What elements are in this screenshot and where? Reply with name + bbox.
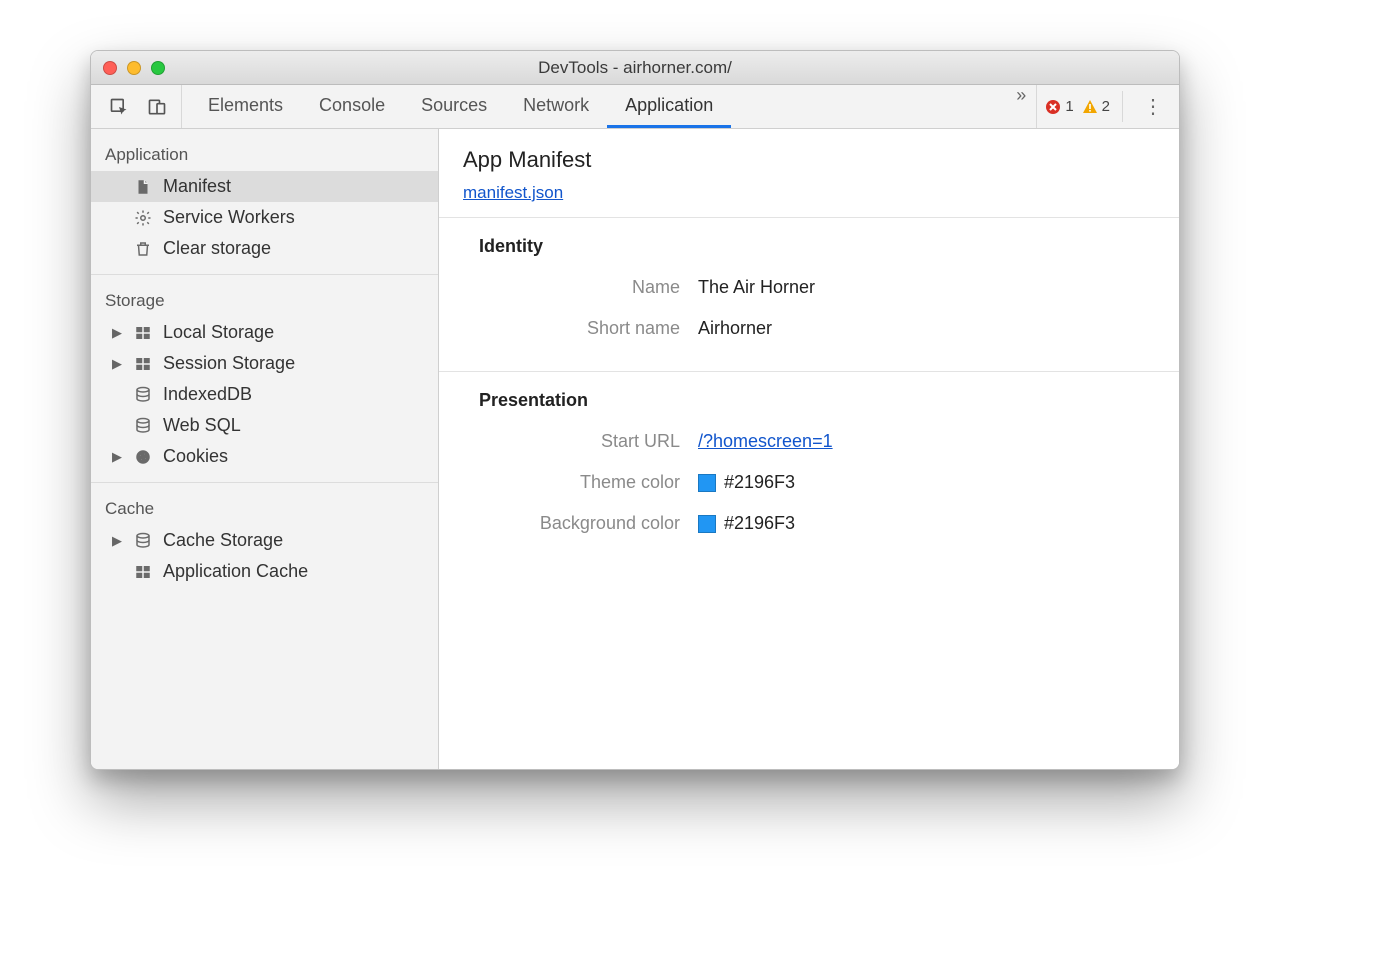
bgcolor-swatch [698,515,716,533]
expand-arrow-icon[interactable]: ▶ [111,533,123,549]
file-icon [133,177,153,197]
grid-icon [133,354,153,374]
error-icon [1045,99,1061,115]
starturl-link[interactable]: /?homescreen=1 [698,431,833,452]
tab-elements[interactable]: Elements [190,85,301,128]
sidebar-item-label: Cookies [163,446,428,467]
presentation-heading: Presentation [439,390,1179,421]
inspect-element-icon[interactable] [105,93,133,121]
sidebar-item-label: Cache Storage [163,530,428,551]
cookie-icon [133,447,153,467]
bgcolor-value: #2196F3 [724,513,795,534]
close-window-button[interactable] [103,61,117,75]
themecolor-swatch [698,474,716,492]
sidebar-item-label: Clear storage [163,238,428,259]
sidebar-item-label: Session Storage [163,353,428,374]
minimize-window-button[interactable] [127,61,141,75]
devtools-window: DevTools - airhorner.com/ Elemen [90,50,1180,770]
sidebar-heading-application: Application [91,135,438,171]
database-icon [133,385,153,405]
gear-icon [133,208,153,228]
name-value: The Air Horner [698,277,815,298]
device-toolbar-icon[interactable] [143,93,171,121]
panel-tabs: ElementsConsoleSourcesNetworkApplication [182,85,1006,128]
sidebar-item-clear-storage[interactable]: ▶Clear storage [91,233,438,264]
overflow-tabs-icon[interactable]: » [1006,85,1036,128]
tab-console[interactable]: Console [301,85,403,128]
sidebar-item-manifest[interactable]: ▶Manifest [91,171,438,202]
expand-arrow-icon[interactable]: ▶ [111,449,123,465]
manifest-panel: App Manifest manifest.json Identity Name… [439,129,1179,769]
tab-sources[interactable]: Sources [403,85,505,128]
sidebar-item-session-storage[interactable]: ▶ Session Storage [91,348,438,379]
panel-title: App Manifest [463,147,1155,173]
expand-arrow-icon[interactable]: ▶ [111,325,123,341]
sidebar-item-indexeddb[interactable]: ▶IndexedDB [91,379,438,410]
application-sidebar: Application▶Manifest▶Service Workers▶Cle… [91,129,439,769]
themecolor-row: Theme color #2196F3 [439,462,1179,503]
sidebar-item-label: Local Storage [163,322,428,343]
sidebar-heading-storage: Storage [91,281,438,317]
divider [1122,91,1123,122]
database-icon [133,531,153,551]
identity-heading: Identity [439,236,1179,267]
tab-network[interactable]: Network [505,85,607,128]
sidebar-item-application-cache[interactable]: ▶Application Cache [91,556,438,587]
sidebar-item-cache-storage[interactable]: ▶ Cache Storage [91,525,438,556]
warning-count-badge[interactable]: 2 [1082,98,1110,115]
error-count-badge[interactable]: 1 [1045,98,1073,115]
devtools-tabstrip: ElementsConsoleSourcesNetworkApplication… [91,85,1179,129]
manifest-link[interactable]: manifest.json [463,183,563,202]
shortname-label: Short name [463,318,698,339]
window-titlebar: DevTools - airhorner.com/ [91,51,1179,85]
sidebar-item-local-storage[interactable]: ▶ Local Storage [91,317,438,348]
trash-icon [133,239,153,259]
starturl-label: Start URL [463,431,698,452]
shortname-value: Airhorner [698,318,772,339]
sidebar-item-label: Manifest [163,176,428,197]
shortname-row: Short name Airhorner [439,308,1179,349]
presentation-section: Presentation Start URL /?homescreen=1 Th… [439,372,1179,566]
themecolor-value: #2196F3 [724,472,795,493]
tab-application[interactable]: Application [607,85,731,128]
sidebar-item-cookies[interactable]: ▶ Cookies [91,441,438,472]
name-label: Name [463,277,698,298]
sidebar-item-web-sql[interactable]: ▶Web SQL [91,410,438,441]
bgcolor-label: Background color [463,513,698,534]
window-controls [103,61,165,75]
window-title: DevTools - airhorner.com/ [538,58,732,78]
sidebar-item-label: IndexedDB [163,384,428,405]
more-menu-icon[interactable]: ⋮ [1135,94,1171,119]
zoom-window-button[interactable] [151,61,165,75]
sidebar-item-service-workers[interactable]: ▶Service Workers [91,202,438,233]
sidebar-heading-cache: Cache [91,489,438,525]
bgcolor-row: Background color #2196F3 [439,503,1179,544]
themecolor-label: Theme color [463,472,698,493]
grid-icon [133,323,153,343]
sidebar-item-label: Web SQL [163,415,428,436]
warning-count: 2 [1102,98,1110,115]
sidebar-item-label: Application Cache [163,561,428,582]
sidebar-item-label: Service Workers [163,207,428,228]
identity-section: Identity Name The Air Horner Short name … [439,218,1179,372]
database-icon [133,416,153,436]
starturl-row: Start URL /?homescreen=1 [439,421,1179,462]
name-row: Name The Air Horner [439,267,1179,308]
error-count: 1 [1065,98,1073,115]
grid-icon [133,562,153,582]
warning-icon [1082,99,1098,115]
expand-arrow-icon[interactable]: ▶ [111,356,123,372]
